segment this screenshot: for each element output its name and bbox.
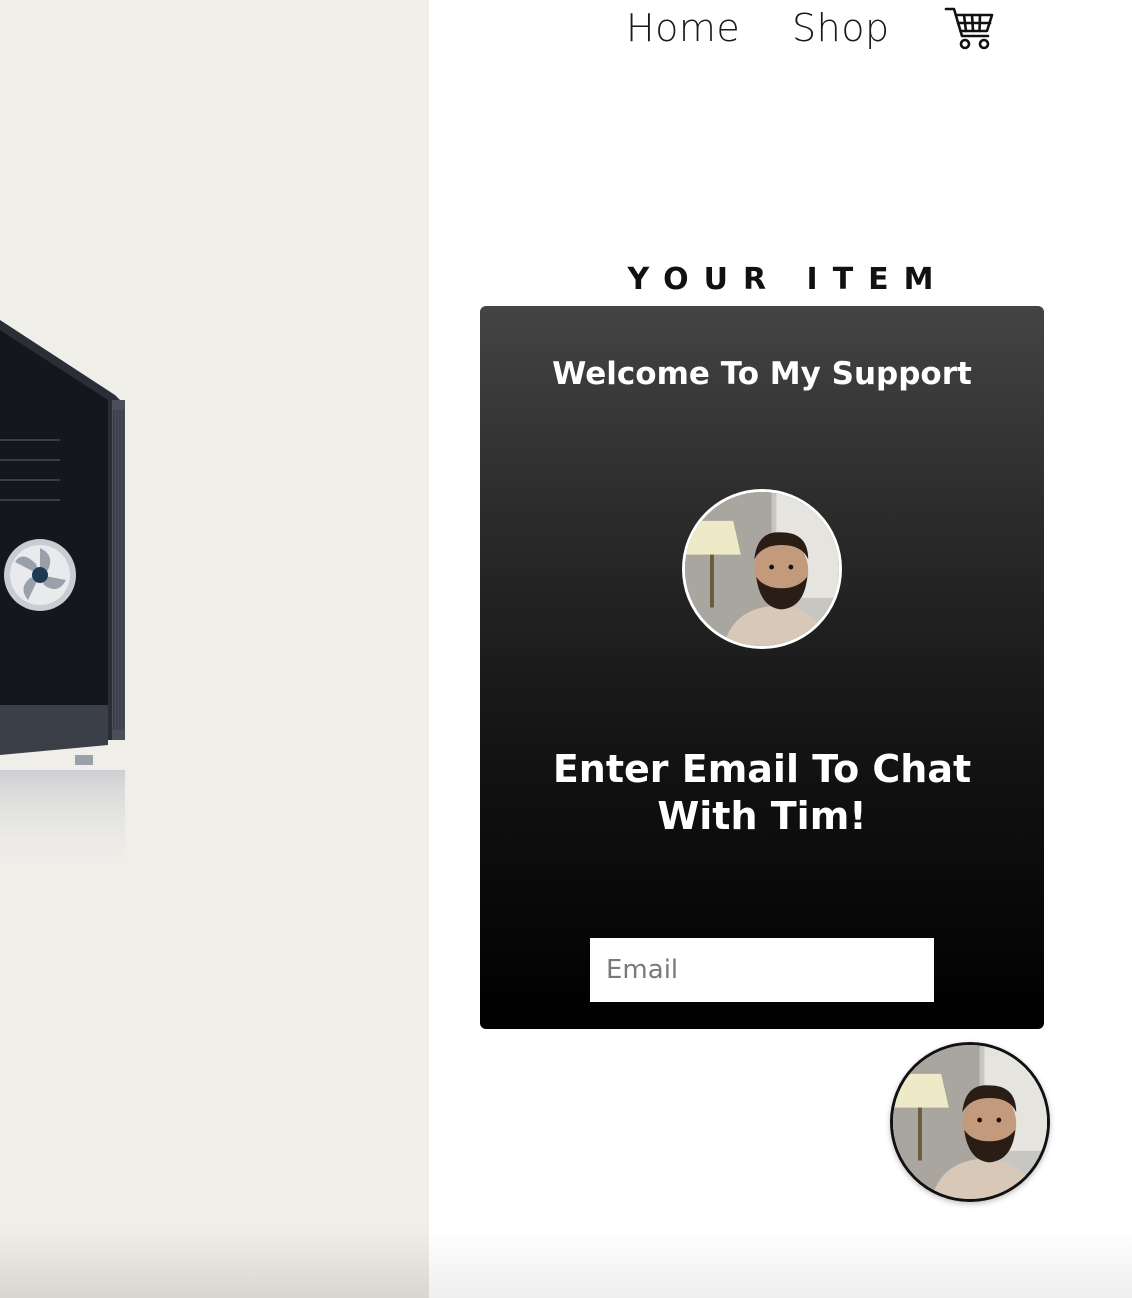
chat-launcher-avatar[interactable] — [890, 1042, 1050, 1202]
agent-avatar — [682, 489, 842, 649]
section-heading: YOUR ITEM — [627, 262, 949, 297]
bottom-shade — [429, 1228, 1132, 1298]
support-card-title: Welcome To My Support — [552, 356, 972, 392]
support-card-prompt: Enter Email To Chat With Tim! — [552, 747, 972, 838]
pc-case-image — [0, 320, 125, 880]
page: Home Shop YOUR ITEM Welcome To My Suppor… — [0, 0, 1132, 1298]
nav-shop-link[interactable]: Shop — [792, 6, 890, 50]
product-image-panel — [0, 0, 429, 1298]
nav-home-link[interactable]: Home — [626, 6, 740, 50]
shopping-cart-icon[interactable] — [944, 4, 996, 52]
bottom-shade — [0, 1228, 429, 1298]
email-input[interactable] — [590, 938, 934, 1002]
support-chat-card: Welcome To My Support Enter Email To Cha… — [480, 306, 1044, 1029]
